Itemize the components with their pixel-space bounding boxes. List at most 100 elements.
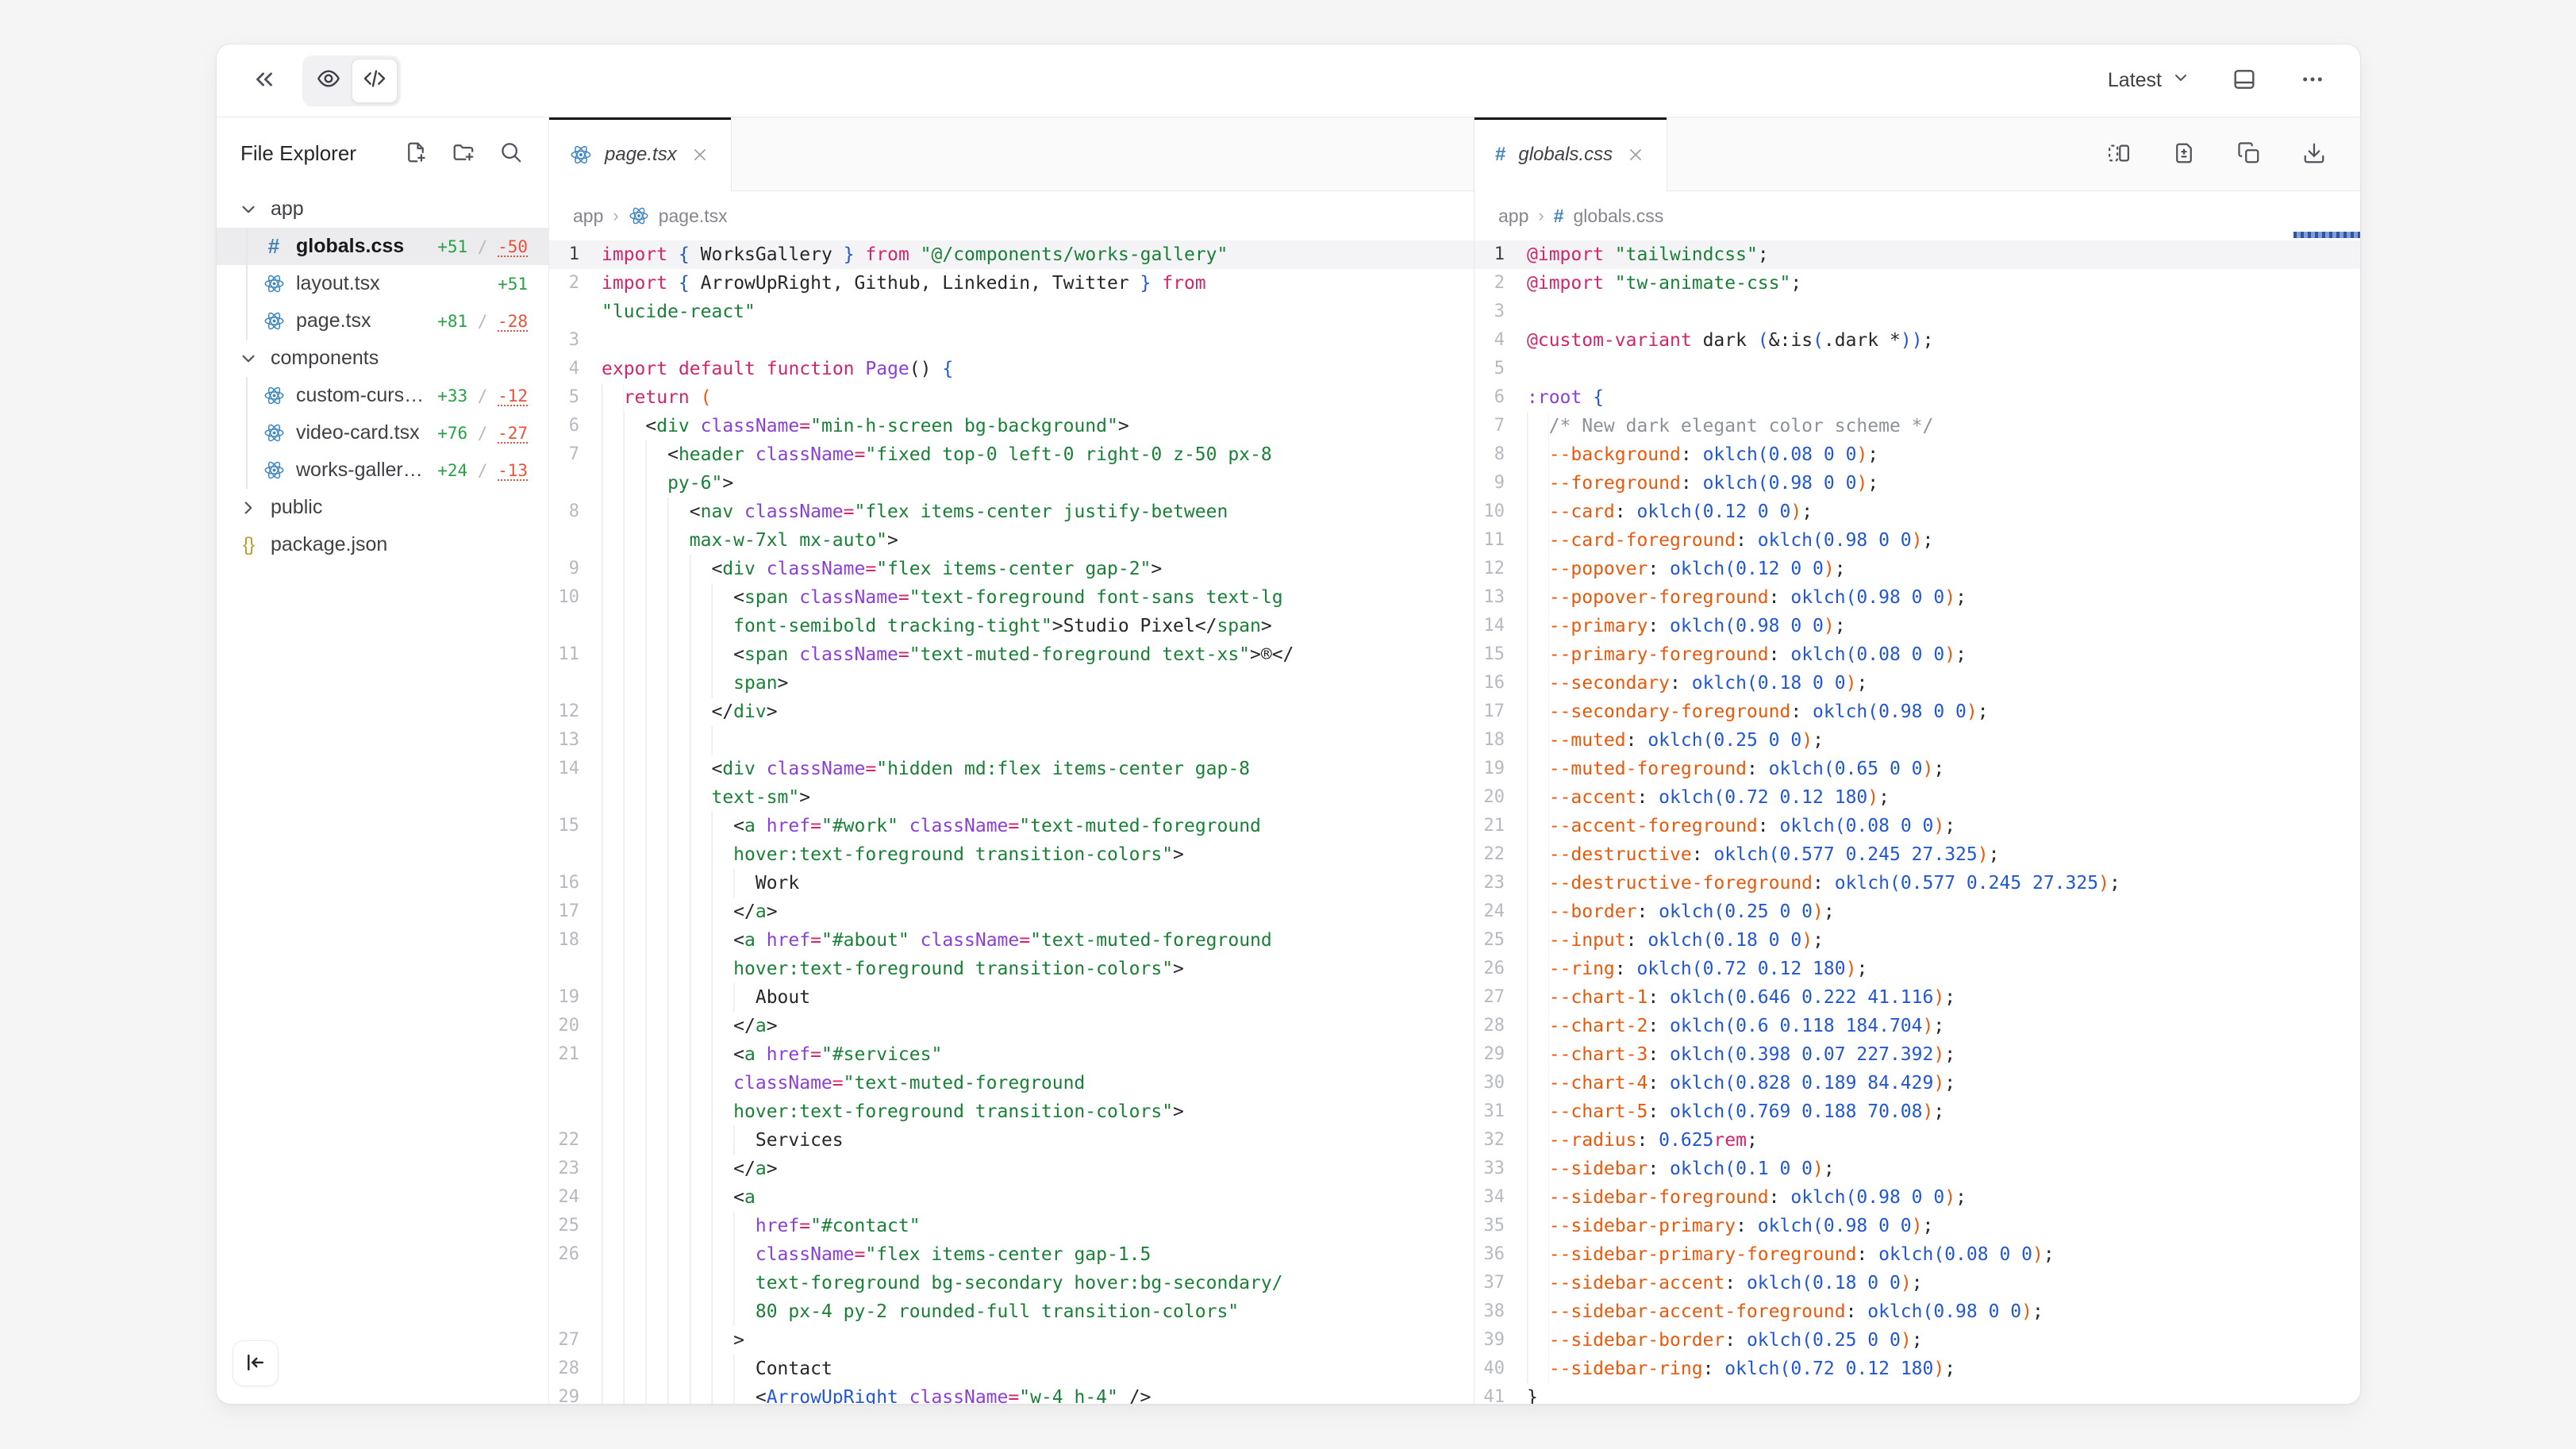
code-line: 20--accent: oklch(0.72 0.12 180); bbox=[1474, 783, 2360, 812]
code-line: 15<a href="#work" className="text-muted-… bbox=[549, 812, 1474, 840]
more-options-button[interactable] bbox=[2293, 62, 2332, 100]
code-toggle-button[interactable] bbox=[352, 59, 398, 103]
split-editor-button[interactable] bbox=[2100, 135, 2138, 173]
code-line: 7<header className="fixed top-0 left-0 r… bbox=[549, 440, 1474, 469]
code-line: 22--destructive: oklch(0.577 0.245 27.32… bbox=[1474, 840, 2360, 869]
code-line: 25--input: oklch(0.18 0 0); bbox=[1474, 926, 2360, 955]
code-line: 8<nav className="flex items-center justi… bbox=[549, 498, 1474, 526]
file-diff-button[interactable] bbox=[2165, 135, 2203, 173]
tree-file-custom-curs-[interactable]: custom-curs… +33 / -12 bbox=[217, 377, 548, 414]
tab-globals-css[interactable]: # globals.css bbox=[1474, 117, 1667, 191]
css-hash-icon: # bbox=[263, 234, 285, 259]
tree-file-page.tsx[interactable]: page.tsx+81 / -28 bbox=[217, 302, 548, 340]
close-icon[interactable] bbox=[1625, 144, 1646, 165]
tree-item-label: package.json bbox=[271, 533, 387, 556]
tree-item-label: custom-curs… bbox=[296, 384, 424, 407]
code-line: 33--sidebar: oklch(0.1 0 0); bbox=[1474, 1155, 2360, 1183]
code-line: 21--accent-foreground: oklch(0.08 0 0); bbox=[1474, 812, 2360, 840]
copy-icon bbox=[2237, 141, 2261, 167]
tree-file-globals.css[interactable]: # globals.css +51 / -50 bbox=[217, 228, 548, 265]
code-line: 19About bbox=[549, 983, 1474, 1012]
code-line: 17</a> bbox=[549, 897, 1474, 926]
new-file-button[interactable] bbox=[402, 140, 429, 167]
close-icon[interactable] bbox=[690, 144, 710, 165]
code-line: 10<span className="text-foreground font-… bbox=[549, 583, 1474, 612]
code-line: 41} bbox=[1474, 1383, 2360, 1404]
tree-file-video-card.tsx[interactable]: video-card.tsx+76 / -27 bbox=[217, 414, 548, 452]
breadcrumb-root: app bbox=[1498, 206, 1528, 227]
code-line: 28--chart-2: oklch(0.6 0.118 184.704); bbox=[1474, 1012, 2360, 1040]
editor-pane-page-tsx: page.tsx app › page.tsx 1import { WorksG… bbox=[549, 117, 1474, 1404]
download-button[interactable] bbox=[2295, 135, 2333, 173]
tree-folder-public[interactable]: public bbox=[217, 489, 548, 526]
react-icon bbox=[263, 310, 285, 332]
tree-folder-components[interactable]: components bbox=[217, 340, 548, 377]
code-line: 23--destructive-foreground: oklch(0.577 … bbox=[1474, 869, 2360, 897]
react-icon bbox=[629, 206, 649, 226]
file-diff-icon bbox=[2172, 141, 2196, 167]
chevron-right-icon: › bbox=[613, 206, 618, 226]
tab-page-tsx[interactable]: page.tsx bbox=[549, 117, 732, 191]
code-line: 6:root { bbox=[1474, 383, 2360, 412]
code-line: "lucide-react" bbox=[549, 298, 1474, 326]
code-line: 23</a> bbox=[549, 1155, 1474, 1183]
code-line: 3 bbox=[549, 326, 1474, 355]
react-icon bbox=[263, 385, 285, 406]
tree-file-works-galler-[interactable]: works-galler…+24 / -13 bbox=[217, 452, 548, 489]
code-line: 32--radius: 0.625rem; bbox=[1474, 1126, 2360, 1155]
panel-bottom-button[interactable] bbox=[2225, 62, 2263, 100]
css-hash-icon: # bbox=[1495, 144, 1505, 166]
code-editor-page-tsx[interactable]: 1import { WorksGallery } from "@/compone… bbox=[549, 240, 1474, 1404]
diff-counts: +33 / -12 bbox=[429, 386, 528, 405]
copy-button[interactable] bbox=[2230, 135, 2268, 173]
preview-toggle-button[interactable] bbox=[306, 59, 352, 103]
tab-label: globals.css bbox=[1518, 144, 1613, 166]
code-line: 29<ArrowUpRight className="w-4 h-4" /> bbox=[549, 1383, 1474, 1404]
double-chevron-left-icon bbox=[251, 66, 278, 95]
code-line: 16Work bbox=[549, 869, 1474, 897]
new-folder-button[interactable] bbox=[450, 140, 477, 167]
code-line: 36--sidebar-primary-foreground: oklch(0.… bbox=[1474, 1240, 2360, 1269]
code-line: 9--foreground: oklch(0.98 0 0); bbox=[1474, 469, 2360, 498]
css-hash-icon: # bbox=[1554, 206, 1564, 227]
tree-file-package.json[interactable]: {}package.json bbox=[217, 526, 548, 563]
diff-counts: +51 / -50 bbox=[429, 237, 528, 256]
code-line: 10--card: oklch(0.12 0 0); bbox=[1474, 498, 2360, 526]
code-line: 5return ( bbox=[549, 383, 1474, 412]
code-line: 4@custom-variant dark (&:is(.dark *)); bbox=[1474, 326, 2360, 355]
search-button[interactable] bbox=[498, 140, 525, 167]
code-line: 18<a href="#about" className="text-muted… bbox=[549, 926, 1474, 955]
code-line: 24<a bbox=[549, 1183, 1474, 1212]
tree-item-label: globals.css bbox=[296, 235, 404, 258]
tree-item-label: public bbox=[271, 496, 322, 519]
code-line: 28Contact bbox=[549, 1355, 1474, 1383]
react-icon bbox=[263, 422, 285, 444]
code-editor-globals-css[interactable]: 1@import "tailwindcss";2@import "tw-anim… bbox=[1474, 240, 2360, 1404]
editor-area: page.tsx app › page.tsx 1import { WorksG… bbox=[548, 117, 2360, 1404]
code-line: 8--background: oklch(0.08 0 0); bbox=[1474, 440, 2360, 469]
tree-item-label: page.tsx bbox=[296, 309, 371, 332]
top-toolbar: Latest bbox=[217, 44, 2360, 117]
code-line: 22Services bbox=[549, 1126, 1474, 1155]
split-editor-icon bbox=[2107, 141, 2131, 167]
react-icon bbox=[263, 459, 285, 481]
code-line: 12--popover: oklch(0.12 0 0); bbox=[1474, 555, 2360, 583]
code-line: 11--card-foreground: oklch(0.98 0 0); bbox=[1474, 526, 2360, 555]
code-line: 13 bbox=[549, 726, 1474, 755]
collapse-sidebar-button[interactable] bbox=[233, 1340, 279, 1386]
code-line: 17--secondary-foreground: oklch(0.98 0 0… bbox=[1474, 698, 2360, 726]
code-line: font-semibold tracking-tight">Studio Pix… bbox=[549, 612, 1474, 640]
code-line: text-sm"> bbox=[549, 783, 1474, 812]
tree-item-label: layout.tsx bbox=[296, 272, 380, 295]
code-line: 35--sidebar-primary: oklch(0.98 0 0); bbox=[1474, 1212, 2360, 1240]
collapse-panel-button[interactable] bbox=[245, 62, 283, 100]
code-icon bbox=[362, 66, 387, 95]
tree-folder-app[interactable]: app bbox=[217, 190, 548, 228]
code-line: 11<span className="text-muted-foreground… bbox=[549, 640, 1474, 669]
tree-file-layout.tsx[interactable]: layout.tsx+51 bbox=[217, 265, 548, 302]
code-line: 5 bbox=[1474, 355, 2360, 383]
arrow-left-to-bar-icon bbox=[244, 1351, 267, 1377]
version-selector[interactable]: Latest bbox=[2103, 67, 2195, 94]
code-line: 30--chart-4: oklch(0.828 0.189 84.429); bbox=[1474, 1069, 2360, 1097]
new-folder-icon bbox=[452, 140, 475, 167]
